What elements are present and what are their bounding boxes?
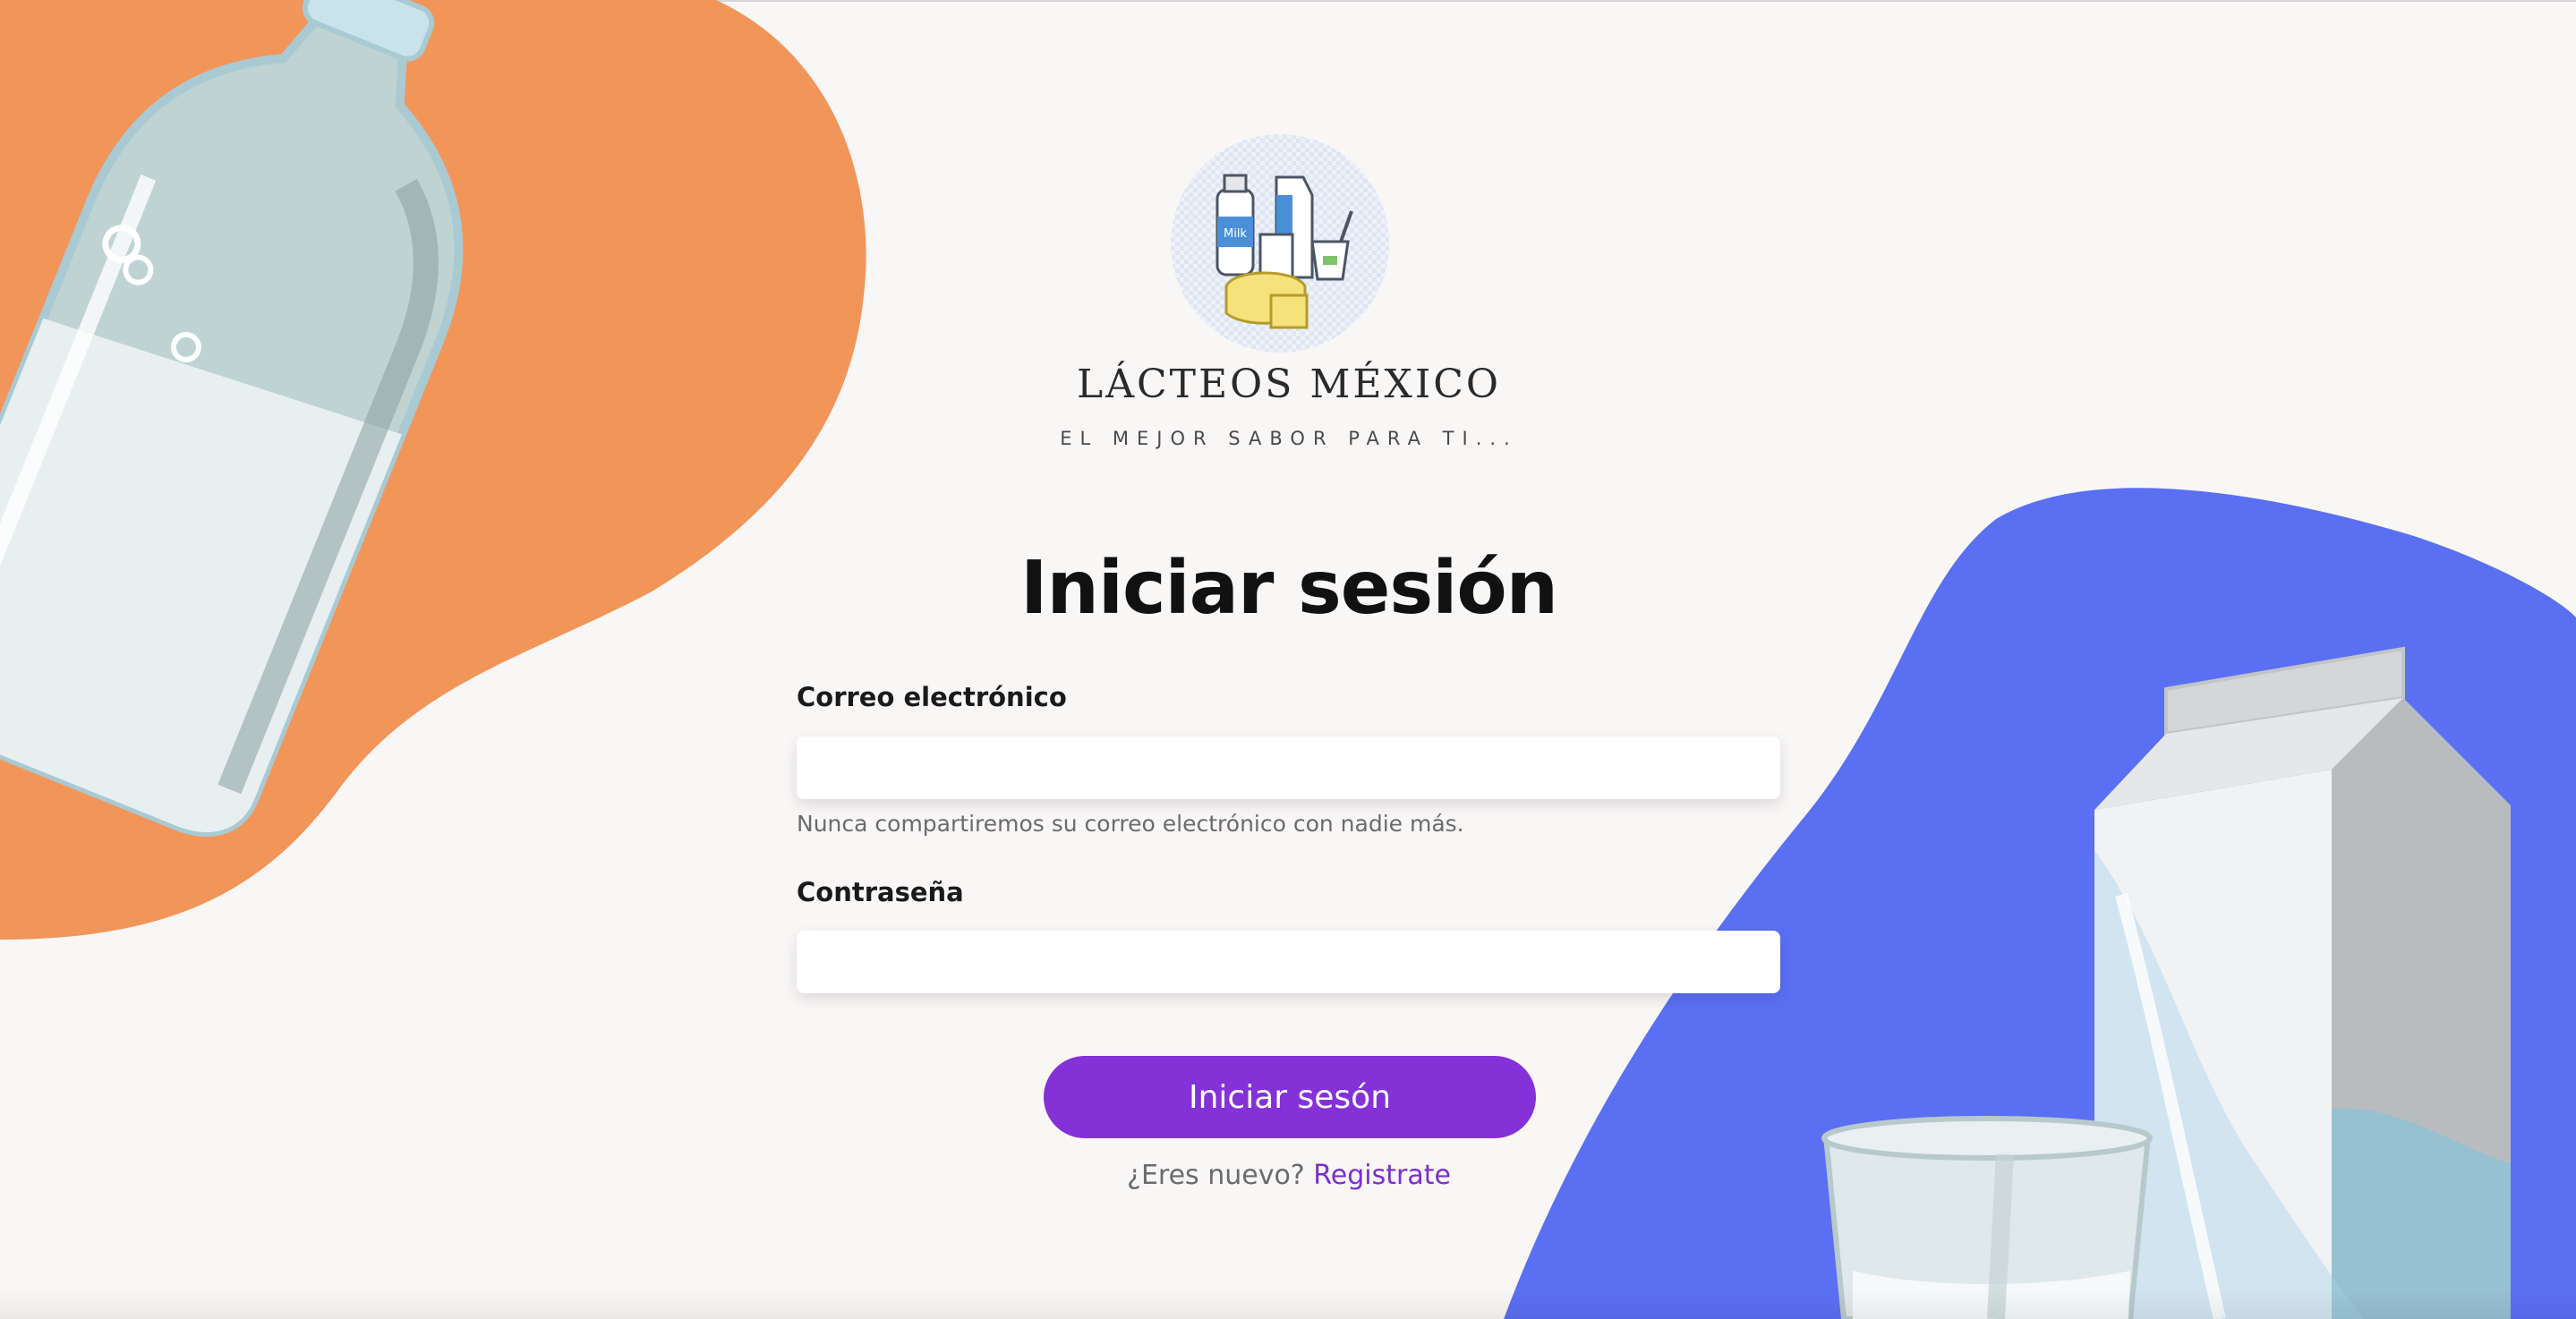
bottom-shadow [0, 1289, 2576, 1319]
login-button[interactable]: Iniciar sesón [1044, 1056, 1536, 1138]
register-link[interactable]: Registrate [1313, 1160, 1451, 1191]
milk-carton-illustration [2094, 646, 2511, 1319]
login-page: Milk LÁCTEOS MÉXICO EL MEJOR SABOR PARA … [0, 0, 2576, 1319]
brand-tagline: EL MEJOR SABOR PARA TI... [1060, 428, 1518, 449]
password-field[interactable] [797, 931, 1780, 993]
email-label: Correo electrónico [797, 682, 1067, 712]
password-label: Contraseña [797, 877, 964, 907]
logo-milk-text: Milk [1224, 227, 1247, 241]
page-title: Iniciar sesión [1019, 546, 1558, 631]
dairy-products-icon: Milk [1171, 134, 1389, 353]
register-prompt-line: ¿Eres nuevo? Registrate [985, 1160, 1593, 1191]
register-prompt: ¿Eres nuevo? [1127, 1160, 1305, 1191]
email-field[interactable] [797, 736, 1780, 799]
brand-name: LÁCTEOS MÉXICO [1077, 362, 1501, 407]
brand-logo: Milk [1171, 134, 1389, 353]
email-help-text: Nunca compartiremos su correo electrónic… [797, 811, 1464, 837]
